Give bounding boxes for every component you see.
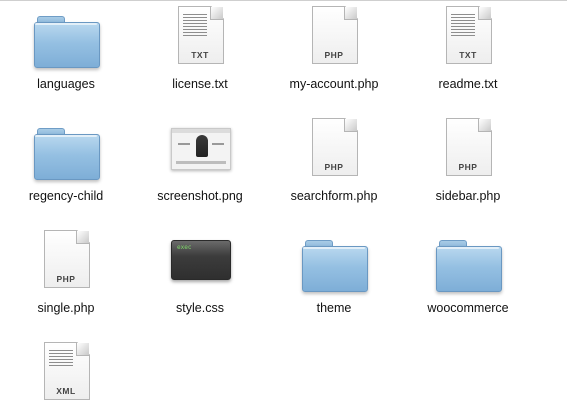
file-type-badge: PHP bbox=[56, 274, 76, 284]
file-label: my-account.php bbox=[289, 77, 379, 91]
file-type-badge: XML bbox=[56, 386, 76, 396]
file-type-badge: PHP bbox=[458, 162, 478, 172]
file-label: readme.txt bbox=[438, 77, 498, 91]
file-label: regency-child bbox=[28, 189, 104, 203]
exec-label: exec bbox=[177, 244, 192, 251]
image-thumbnail-icon bbox=[171, 128, 231, 170]
file-type-badge: PHP bbox=[324, 162, 344, 172]
file-label: theme bbox=[316, 301, 352, 315]
file-label: style.css bbox=[176, 301, 224, 315]
file-type-badge: TXT bbox=[191, 50, 209, 60]
file-type-badge: TXT bbox=[459, 50, 477, 60]
file-label: sidebar.php bbox=[435, 189, 501, 203]
file-label: screenshot.png bbox=[157, 189, 243, 203]
file-label: searchform.php bbox=[290, 189, 378, 203]
file-label: license.txt bbox=[172, 77, 228, 91]
file-label: languages bbox=[37, 77, 95, 91]
file-type-badge: PHP bbox=[324, 50, 344, 60]
file-label: woocommerce bbox=[427, 301, 509, 315]
exec-icon: exec bbox=[171, 240, 231, 280]
file-label: single.php bbox=[37, 301, 95, 315]
window-top-border bbox=[0, 0, 567, 1]
